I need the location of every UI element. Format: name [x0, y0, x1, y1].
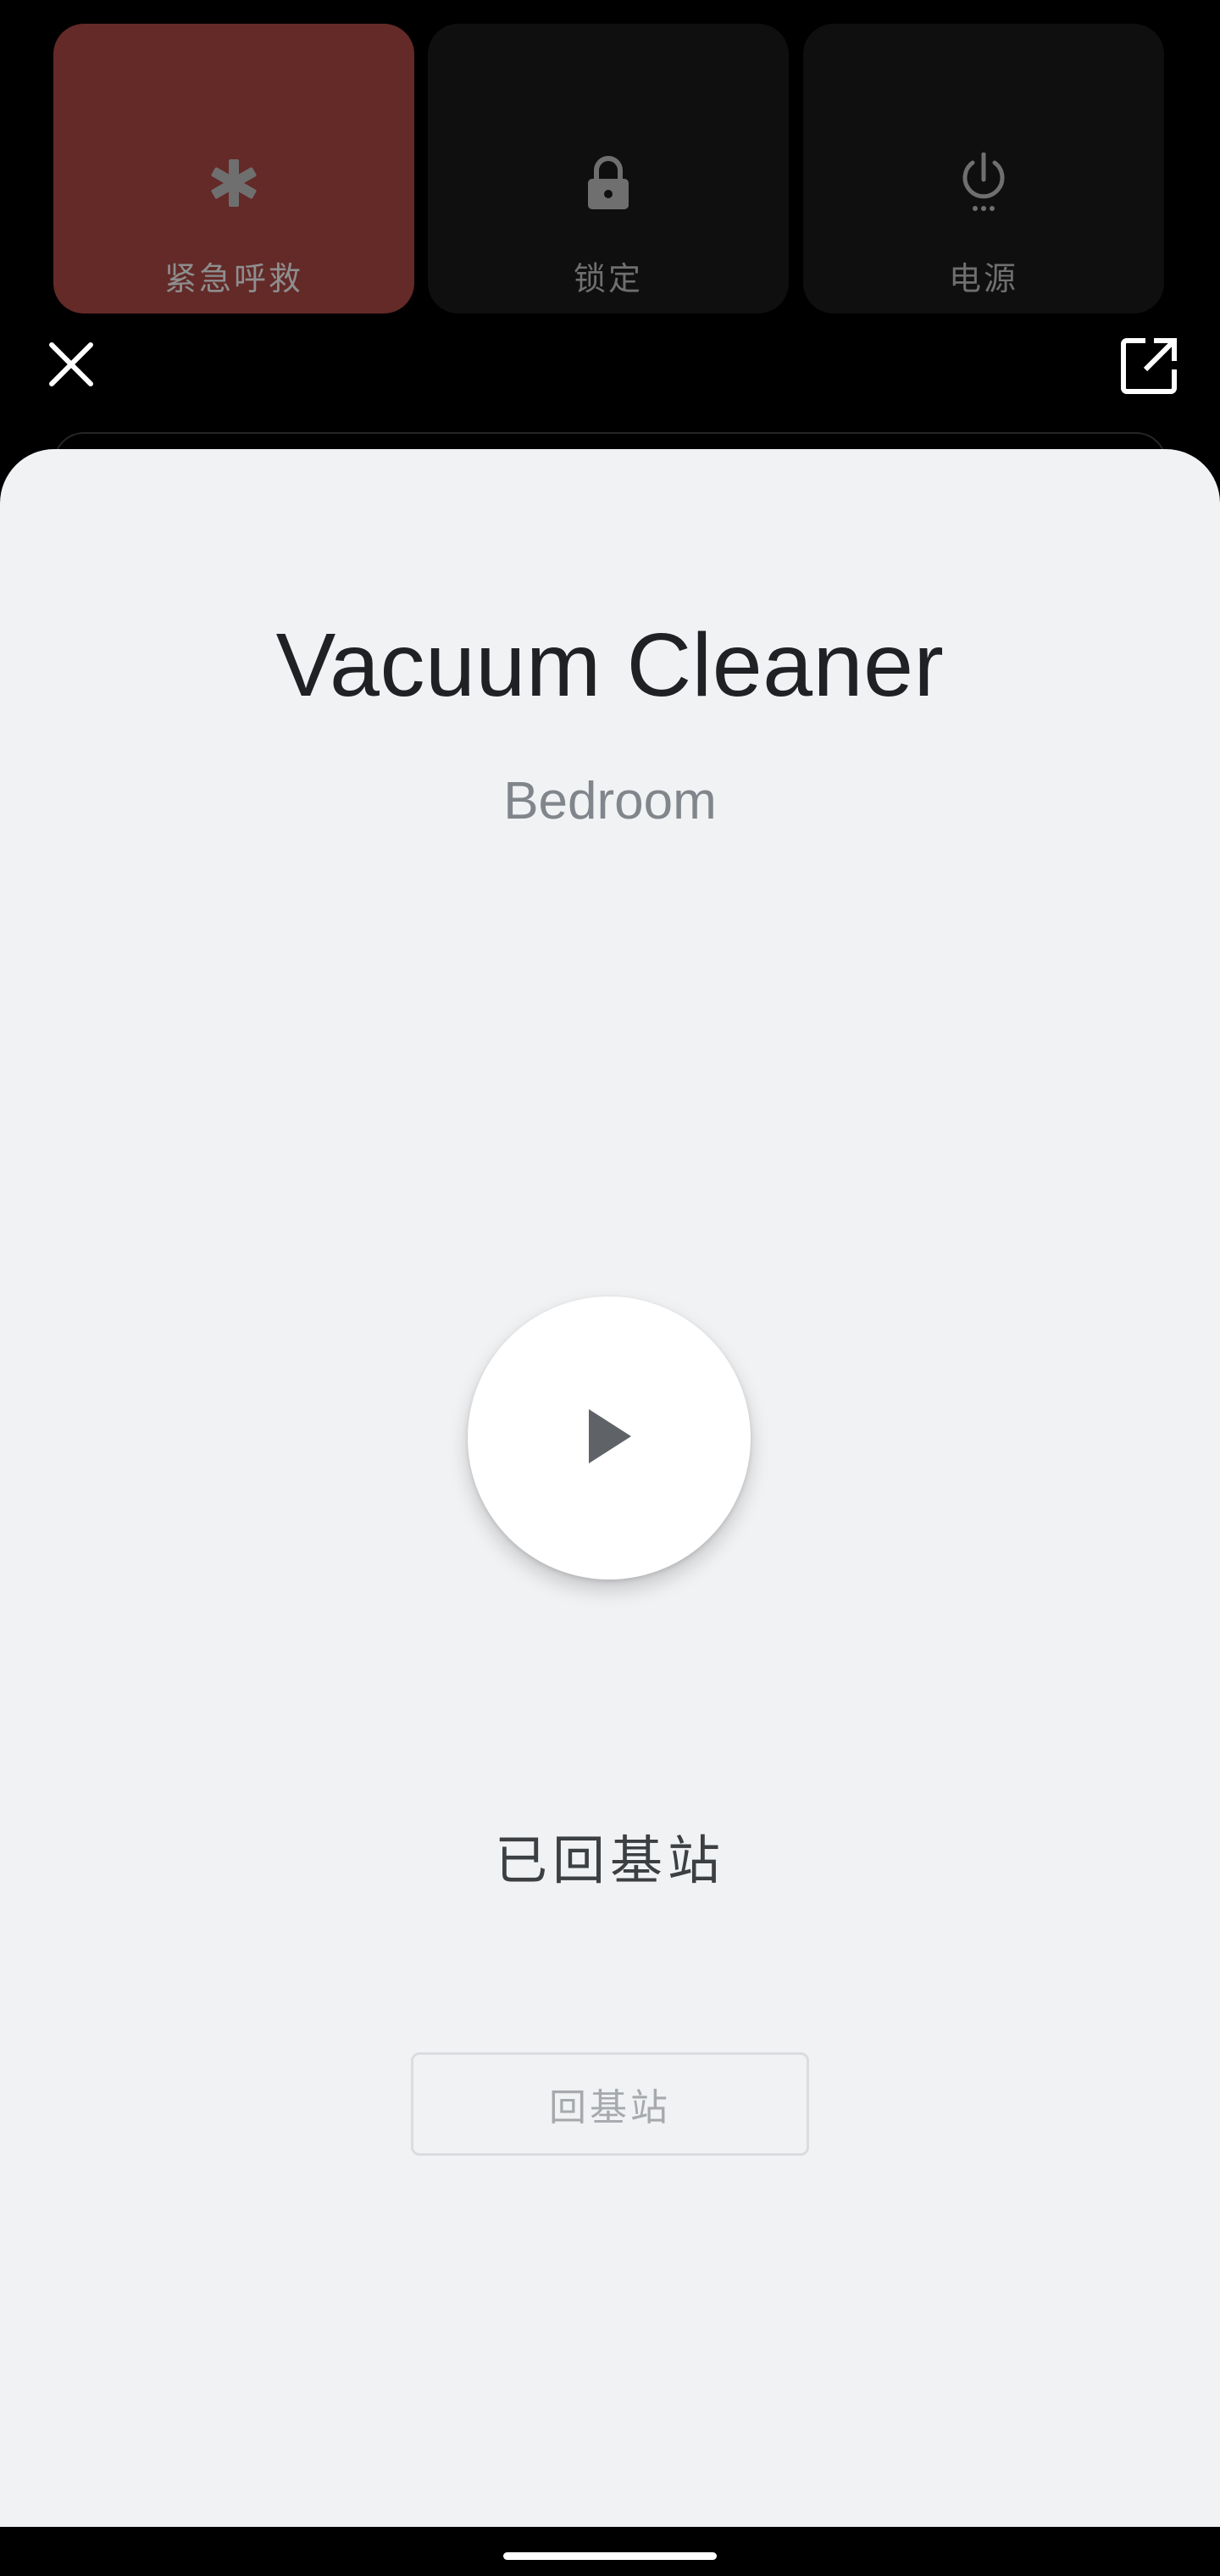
lock-tile[interactable]: 锁定	[428, 24, 789, 314]
start-cleaning-button[interactable]	[468, 1296, 751, 1579]
device-control-sheet: Vacuum Cleaner Bedroom 已回基站 回基站	[0, 449, 1220, 2527]
lock-icon	[576, 151, 640, 215]
power-label: 电源	[948, 260, 1018, 297]
play-icon	[585, 1407, 633, 1468]
medical-asterisk-icon	[202, 151, 266, 215]
lock-label: 锁定	[573, 260, 643, 297]
emergency-call-tile[interactable]: 紧急呼救	[53, 24, 414, 314]
open-in-new-icon	[1120, 337, 1178, 398]
device-room: Bedroom	[503, 772, 717, 830]
open-app-button[interactable]	[1117, 336, 1181, 400]
navigation-handle[interactable]	[503, 2552, 717, 2560]
return-to-dock-button[interactable]: 回基站	[411, 2052, 809, 2156]
device-title: Vacuum Cleaner	[275, 615, 945, 715]
power-icon	[951, 151, 1016, 215]
close-button[interactable]	[41, 336, 102, 397]
power-tile[interactable]: 电源	[803, 24, 1164, 314]
device-status: 已回基站	[494, 1829, 725, 1891]
close-icon	[48, 341, 94, 391]
emergency-call-label: 紧急呼救	[164, 260, 303, 297]
